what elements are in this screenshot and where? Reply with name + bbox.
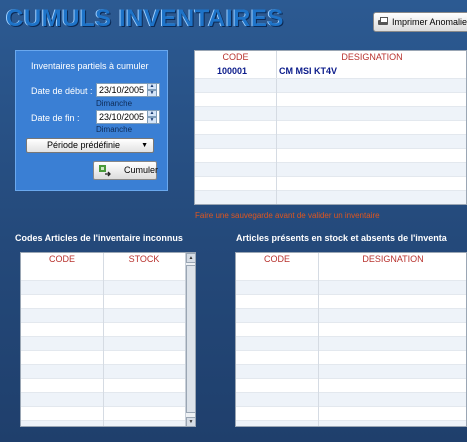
dropdown-arrow-icon: ▼: [141, 142, 148, 149]
end-date-spinner[interactable]: ▲ ▼: [147, 110, 157, 124]
warning-text: Faire une sauvegarde avant de valider un…: [195, 211, 380, 220]
inventory-table[interactable]: CODE DESIGNATION 100001 CM MSI KT4V: [194, 50, 467, 205]
predefined-period-dropdown[interactable]: Période prédéfinie ▼: [26, 138, 154, 153]
scroll-up-icon[interactable]: ▲: [186, 253, 195, 263]
empty-row[interactable]: [236, 406, 466, 421]
cumuler-button[interactable]: Cumuler: [93, 161, 159, 180]
end-date-label: Date de fin :: [31, 113, 80, 123]
filter-panel: Inventaires partiels à cumuler Date de d…: [15, 50, 168, 191]
start-day: Dimanche: [96, 99, 133, 108]
unknown-scrollbar[interactable]: ▲ ▼: [185, 253, 195, 426]
start-date-label: Date de début :: [31, 86, 93, 96]
group-label: Inventaires partiels à cumuler: [31, 61, 149, 71]
spin-down-icon[interactable]: ▼: [147, 90, 157, 97]
scroll-down-icon[interactable]: ▼: [186, 417, 195, 426]
empty-row[interactable]: [195, 162, 466, 177]
unknown-section-title: Codes Articles de l'inventaire inconnus: [15, 233, 183, 243]
absent-articles-table[interactable]: CODE DESIGNATION: [235, 252, 467, 427]
spin-down-icon[interactable]: ▼: [147, 117, 157, 124]
empty-row[interactable]: [236, 392, 466, 407]
cell-code: 100001: [217, 66, 248, 76]
print-anomalies-label: Imprimer Anomalies: [392, 17, 467, 27]
empty-row[interactable]: [236, 336, 466, 351]
empty-row[interactable]: [236, 280, 466, 295]
spin-up-icon[interactable]: ▲: [147, 110, 157, 117]
empty-row[interactable]: [236, 350, 466, 365]
printer-icon: [377, 16, 389, 28]
cumulate-icon: [99, 165, 111, 177]
start-date-spinner[interactable]: ▲ ▼: [147, 83, 157, 97]
empty-row[interactable]: [195, 134, 466, 149]
end-day: Dimanche: [96, 125, 133, 134]
empty-row[interactable]: [195, 78, 466, 93]
empty-row[interactable]: [195, 92, 466, 107]
empty-row[interactable]: [195, 120, 466, 135]
spin-up-icon[interactable]: ▲: [147, 83, 157, 90]
col-header-code: CODE: [263, 254, 290, 264]
empty-row[interactable]: [236, 266, 466, 281]
period-label: Période prédéfinie: [47, 140, 121, 150]
col-header-designation: DESIGNATION: [362, 254, 424, 264]
empty-row[interactable]: [236, 420, 466, 426]
absent-section-title: Articles présents en stock et absents de…: [236, 233, 447, 243]
col-header-code: CODE: [222, 52, 249, 62]
print-anomalies-button[interactable]: Imprimer Anomalies: [373, 12, 467, 32]
empty-row[interactable]: [236, 294, 466, 309]
col-header-stock: STOCK: [128, 254, 160, 264]
scroll-thumb[interactable]: [186, 265, 195, 413]
empty-row[interactable]: [236, 364, 466, 379]
cell-designation: CM MSI KT4V: [279, 66, 338, 76]
page-title: CUMULS INVENTAIRES: [6, 5, 284, 32]
empty-row[interactable]: [236, 308, 466, 323]
empty-row[interactable]: [195, 190, 466, 204]
empty-row[interactable]: [195, 148, 466, 163]
col-header-code: CODE: [48, 254, 75, 264]
empty-row[interactable]: [195, 106, 466, 121]
col-header-designation: DESIGNATION: [341, 52, 403, 62]
empty-row[interactable]: [236, 378, 466, 393]
table-row[interactable]: 100001 CM MSI KT4V: [195, 64, 466, 79]
empty-row[interactable]: [236, 322, 466, 337]
unknown-codes-table[interactable]: CODE STOCK ▲ ▼: [20, 252, 196, 427]
cumuler-label: Cumuler: [124, 165, 159, 175]
empty-row[interactable]: [195, 176, 466, 191]
